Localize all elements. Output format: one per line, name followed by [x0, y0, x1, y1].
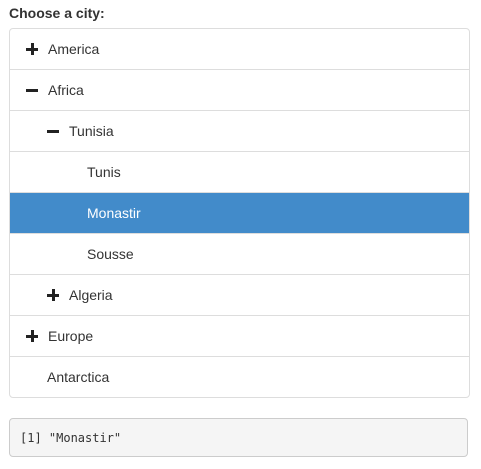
- tree-node-label: Tunis: [87, 164, 121, 180]
- city-tree: America Africa Tunisia Tunis Monastir So…: [9, 28, 470, 398]
- tree-node-label: Africa: [48, 82, 84, 98]
- tree-node-tunisia[interactable]: Tunisia: [10, 110, 469, 151]
- tree-node-america[interactable]: America: [10, 29, 469, 69]
- expand-plus-icon[interactable]: [47, 289, 59, 301]
- tree-node-label: Antarctica: [47, 369, 110, 385]
- collapse-minus-icon[interactable]: [26, 84, 38, 96]
- tree-node-label: Algeria: [69, 287, 113, 303]
- collapse-minus-icon[interactable]: [47, 125, 59, 137]
- selected-city-output: [1] "Monastir": [9, 418, 468, 457]
- tree-node-monastir[interactable]: Monastir: [10, 192, 469, 233]
- tree-node-sousse[interactable]: Sousse: [10, 233, 469, 274]
- tree-node-label: America: [48, 41, 100, 57]
- tree-node-antarctica[interactable]: Antarctica: [10, 356, 469, 397]
- expand-plus-icon[interactable]: [26, 330, 38, 342]
- tree-node-label: Monastir: [87, 205, 141, 221]
- tree-node-label: Sousse: [87, 246, 134, 262]
- tree-node-label: Europe: [48, 328, 94, 344]
- expand-plus-icon[interactable]: [26, 43, 38, 55]
- tree-node-algeria[interactable]: Algeria: [10, 274, 469, 315]
- tree-node-europe[interactable]: Europe: [10, 315, 469, 356]
- tree-node-tunis[interactable]: Tunis: [10, 151, 469, 192]
- tree-node-label: Tunisia: [69, 123, 114, 139]
- tree-node-africa[interactable]: Africa: [10, 69, 469, 110]
- choose-city-label: Choose a city:: [9, 5, 105, 21]
